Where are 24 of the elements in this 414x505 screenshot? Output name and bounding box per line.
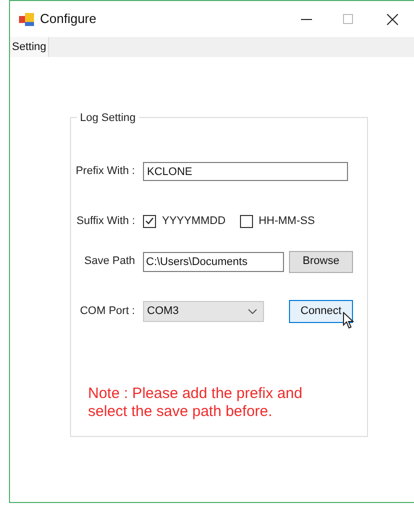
- browse-button[interactable]: Browse: [289, 250, 353, 272]
- window-title: Configure: [40, 10, 96, 28]
- checkbox[interactable]: [240, 214, 253, 228]
- checkbox-label: HH-MM-SS: [258, 214, 315, 229]
- close-icon: [386, 14, 398, 24]
- note-text: Note : Please add the prefix and select the save path before.: [88, 384, 304, 420]
- maximize-icon: [343, 14, 353, 24]
- prefix-label: Prefix With :: [74, 164, 136, 180]
- connect-button[interactable]: Connect: [289, 300, 353, 322]
- check-icon: [145, 217, 154, 226]
- com-port-dropdown[interactable]: COM3: [143, 300, 264, 322]
- app-icon: [19, 12, 34, 26]
- minimize-icon: [300, 18, 312, 20]
- com-port-label: COM Port :: [78, 304, 136, 319]
- chevron-down-icon: [248, 308, 257, 314]
- group-title: Log Setting: [77, 110, 139, 126]
- save-path-field[interactable]: C:\Users\Documents: [143, 252, 284, 272]
- suffix-label: Suffix With :: [76, 214, 136, 229]
- prefix-field[interactable]: KCLONE: [143, 162, 348, 181]
- mouse-pointer-icon: [343, 312, 354, 328]
- save-path-label: Save Path: [83, 254, 136, 270]
- tab[interactable]: Setting: [10, 37, 50, 57]
- checkbox[interactable]: [143, 214, 156, 228]
- checkbox-label: YYYYMMDD: [162, 214, 226, 229]
